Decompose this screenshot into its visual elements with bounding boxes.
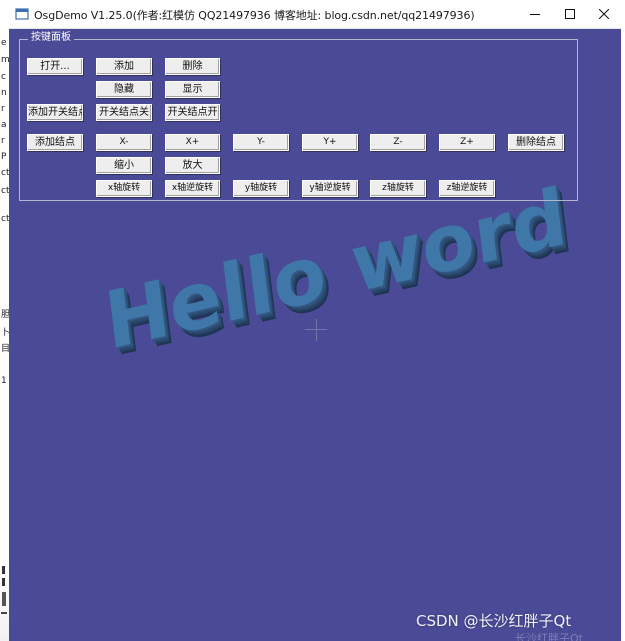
background-text: a bbox=[1, 120, 7, 130]
background-text: 目 bbox=[1, 344, 9, 354]
background-text: e bbox=[1, 38, 7, 48]
y-rotate-reverse-button[interactable]: y轴逆旋转 bbox=[302, 180, 358, 197]
app-icon bbox=[15, 8, 29, 20]
title-bar[interactable]: OsgDemo V1.25.0(作者:红模仿 QQ21497936 博客地址: … bbox=[9, 0, 621, 29]
z-rotate-reverse-button[interactable]: z轴逆旋转 bbox=[439, 180, 495, 197]
background-text: 卜 bbox=[1, 328, 9, 338]
background-text: P bbox=[1, 152, 7, 162]
close-icon bbox=[599, 9, 609, 19]
watermark: CSDN @长沙红胖子Qt bbox=[416, 612, 572, 630]
background-window-strip: e m c n r a r P ct ct ct 胆 卜 目 1 bbox=[0, 0, 9, 641]
button-panel-title: 按键面板 bbox=[28, 32, 74, 44]
background-text: 1 bbox=[1, 376, 7, 386]
background-text: r bbox=[1, 104, 5, 114]
maximize-button[interactable] bbox=[552, 0, 588, 28]
background-text: n bbox=[1, 88, 7, 98]
background-window-bottom bbox=[0, 560, 9, 641]
switch-node-off-button[interactable]: 开关结点关 bbox=[96, 104, 152, 121]
crosshair bbox=[316, 319, 317, 341]
delete-button[interactable]: 删除 bbox=[165, 58, 220, 75]
add-switch-node-button[interactable]: 添加开关结点 bbox=[27, 104, 83, 121]
z-rotate-button[interactable]: z轴旋转 bbox=[370, 180, 426, 197]
watermark-faint: 长沙红胖子Qt bbox=[515, 632, 583, 641]
y-minus-button[interactable]: Y- bbox=[233, 134, 289, 151]
delete-node-button[interactable]: 删除结点 bbox=[508, 134, 564, 151]
add-node-button[interactable]: 添加结点 bbox=[27, 134, 83, 151]
x-rotate-reverse-button[interactable]: x轴逆旋转 bbox=[165, 180, 220, 197]
osg-viewer[interactable]: Hello word Hello word Hello word Hello w… bbox=[9, 29, 621, 641]
window-title: OsgDemo V1.25.0(作者:红模仿 QQ21497936 博客地址: … bbox=[34, 9, 475, 22]
x-plus-button[interactable]: X+ bbox=[165, 134, 220, 151]
enlarge-button[interactable]: 放大 bbox=[165, 157, 220, 174]
minimize-button[interactable] bbox=[517, 0, 553, 28]
z-plus-button[interactable]: Z+ bbox=[439, 134, 495, 151]
y-plus-button[interactable]: Y+ bbox=[302, 134, 358, 151]
background-text: ct bbox=[1, 214, 9, 224]
switch-node-on-button[interactable]: 开关结点开 bbox=[165, 104, 220, 121]
background-text: r bbox=[1, 136, 5, 146]
y-rotate-button[interactable]: y轴旋转 bbox=[233, 180, 289, 197]
x-rotate-button[interactable]: x轴旋转 bbox=[96, 180, 152, 197]
show-button[interactable]: 显示 bbox=[165, 81, 220, 98]
background-text: c bbox=[1, 72, 6, 82]
close-button[interactable] bbox=[586, 0, 622, 28]
z-minus-button[interactable]: Z- bbox=[370, 134, 426, 151]
open-button[interactable]: 打开... bbox=[27, 58, 83, 75]
hide-button[interactable]: 隐藏 bbox=[96, 81, 152, 98]
minimize-icon bbox=[530, 14, 540, 15]
x-minus-button[interactable]: X- bbox=[96, 134, 152, 151]
background-text: ct bbox=[1, 168, 9, 178]
background-text: ct bbox=[1, 186, 9, 196]
add-button[interactable]: 添加 bbox=[96, 58, 152, 75]
background-text: 胆 bbox=[1, 310, 9, 320]
osg-demo-window: OsgDemo V1.25.0(作者:红模仿 QQ21497936 博客地址: … bbox=[9, 0, 621, 641]
maximize-icon bbox=[565, 9, 575, 19]
shrink-button[interactable]: 缩小 bbox=[96, 157, 152, 174]
background-text: m bbox=[1, 55, 9, 65]
